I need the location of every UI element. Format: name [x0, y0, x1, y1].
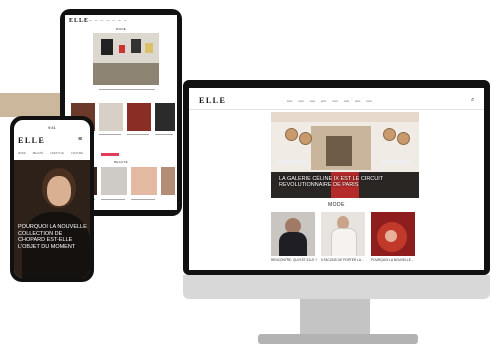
desktop-card-image[interactable]: [371, 212, 415, 256]
search-icon[interactable]: ⌕: [471, 97, 474, 104]
tablet-nav: ▪▪▪▪ ▪▪▪▪ ▪▪▪▪ ▪▪▪▪ ▪▪▪▪ ▪▪▪▪ ▪▪▪▪ ▪▪▪▪: [83, 20, 127, 22]
tablet-section-mode: MODE: [115, 27, 127, 31]
tablet-nav-item[interactable]: ▪▪▪▪: [118, 20, 121, 22]
tablet-nav-item[interactable]: ▪▪▪▪: [95, 20, 98, 22]
desktop-nav-item[interactable]: ▪▪▪▪▪: [310, 99, 315, 103]
desktop-nav-item[interactable]: ▪▪▪▪▪: [344, 99, 349, 103]
desktop-hero-title[interactable]: LA GALERIE CÉLINE IX EST LE CIRCUIT REVO…: [279, 176, 419, 188]
desktop-logo[interactable]: ELLE: [199, 96, 226, 105]
tablet-nav-item[interactable]: ▪▪▪▪: [124, 20, 127, 22]
phone-nav: MODE BEAUTÉ LIFESTYLE CULTURE: [18, 152, 83, 155]
monitor-chin: [183, 275, 490, 299]
tablet-badge: [101, 153, 119, 156]
desktop-nav-item[interactable]: ▪▪▪▪▪: [332, 99, 337, 103]
status-time: 9:41: [48, 125, 56, 130]
tablet-nav-item[interactable]: ▪▪▪▪: [112, 20, 115, 22]
desktop-screen: ELLE ▪▪▪▪▪ ▪▪▪▪▪ ▪▪▪▪▪ ▪▪▪▪▪ ▪▪▪▪▪ ▪▪▪▪▪…: [189, 88, 484, 270]
phone-nav-item[interactable]: BEAUTÉ: [33, 152, 43, 155]
phone-device: 9:41 ELLE ≡ MODE BEAUTÉ LIFESTYLE CULTUR…: [10, 116, 94, 282]
monitor-stand-neck: [300, 299, 370, 335]
desktop-card-image[interactable]: [271, 212, 315, 256]
tablet-beauty-image[interactable]: [161, 167, 175, 195]
phone-hero-title[interactable]: POURQUOI LA NOUVELLE COLLECTION DE CHOPA…: [18, 224, 88, 250]
desktop-nav-item[interactable]: ▪▪▪▪▪: [298, 99, 303, 103]
desktop-monitor: ELLE ▪▪▪▪▪ ▪▪▪▪▪ ▪▪▪▪▪ ▪▪▪▪▪ ▪▪▪▪▪ ▪▪▪▪▪…: [183, 80, 490, 275]
tablet-nav-item[interactable]: ▪▪▪▪: [106, 20, 109, 22]
phone-logo[interactable]: ELLE: [18, 136, 45, 145]
header-divider: [189, 109, 484, 110]
desktop-card-caption[interactable]: 5 FACONS DE PORTER LA...: [321, 258, 371, 262]
desktop-nav-item[interactable]: ▪▪▪▪▪: [366, 99, 371, 103]
tablet-nav-item[interactable]: ▪▪▪▪: [101, 20, 104, 22]
tablet-nav-item[interactable]: ▪▪▪▪: [89, 20, 92, 22]
desktop-section-label: MODE: [328, 202, 345, 208]
desktop-nav-item[interactable]: ▪▪▪▪▪: [321, 99, 326, 103]
tablet-nav-item[interactable]: ▪▪▪▪: [83, 20, 86, 22]
phone-nav-item[interactable]: MODE: [18, 152, 26, 155]
tablet-beauty-image[interactable]: [101, 167, 127, 195]
tablet-hero-caption: [99, 89, 159, 90]
desktop-nav: ▪▪▪▪▪ ▪▪▪▪▪ ▪▪▪▪▪ ▪▪▪▪▪ ▪▪▪▪▪ ▪▪▪▪▪ ▪▪▪▪…: [287, 99, 372, 103]
menu-icon[interactable]: ≡: [78, 136, 82, 143]
tablet-hero-image[interactable]: [93, 33, 159, 85]
phone-screen: 9:41 ELLE ≡ MODE BEAUTÉ LIFESTYLE CULTUR…: [14, 120, 90, 278]
phone-nav-item[interactable]: LIFESTYLE: [50, 152, 64, 155]
tablet-card-image[interactable]: [127, 103, 151, 131]
desktop-card-caption[interactable]: RENCONTRE, QUI EST-ELLE ?: [271, 258, 321, 262]
desktop-nav-item[interactable]: ▪▪▪▪▪: [287, 99, 292, 103]
desktop-card-image[interactable]: [321, 212, 365, 256]
phone-hero-image[interactable]: [14, 160, 90, 278]
tablet-card-image[interactable]: [155, 103, 175, 131]
desktop-nav-item[interactable]: ▪▪▪▪▪: [355, 99, 360, 103]
tablet-card-image[interactable]: [99, 103, 123, 131]
tablet-beauty-image[interactable]: [131, 167, 157, 195]
monitor-stand-foot: [258, 334, 418, 344]
phone-nav-item[interactable]: CULTURE: [71, 152, 83, 155]
desktop-card-caption[interactable]: POURQUOI LA NOUVELLE...: [371, 258, 421, 262]
